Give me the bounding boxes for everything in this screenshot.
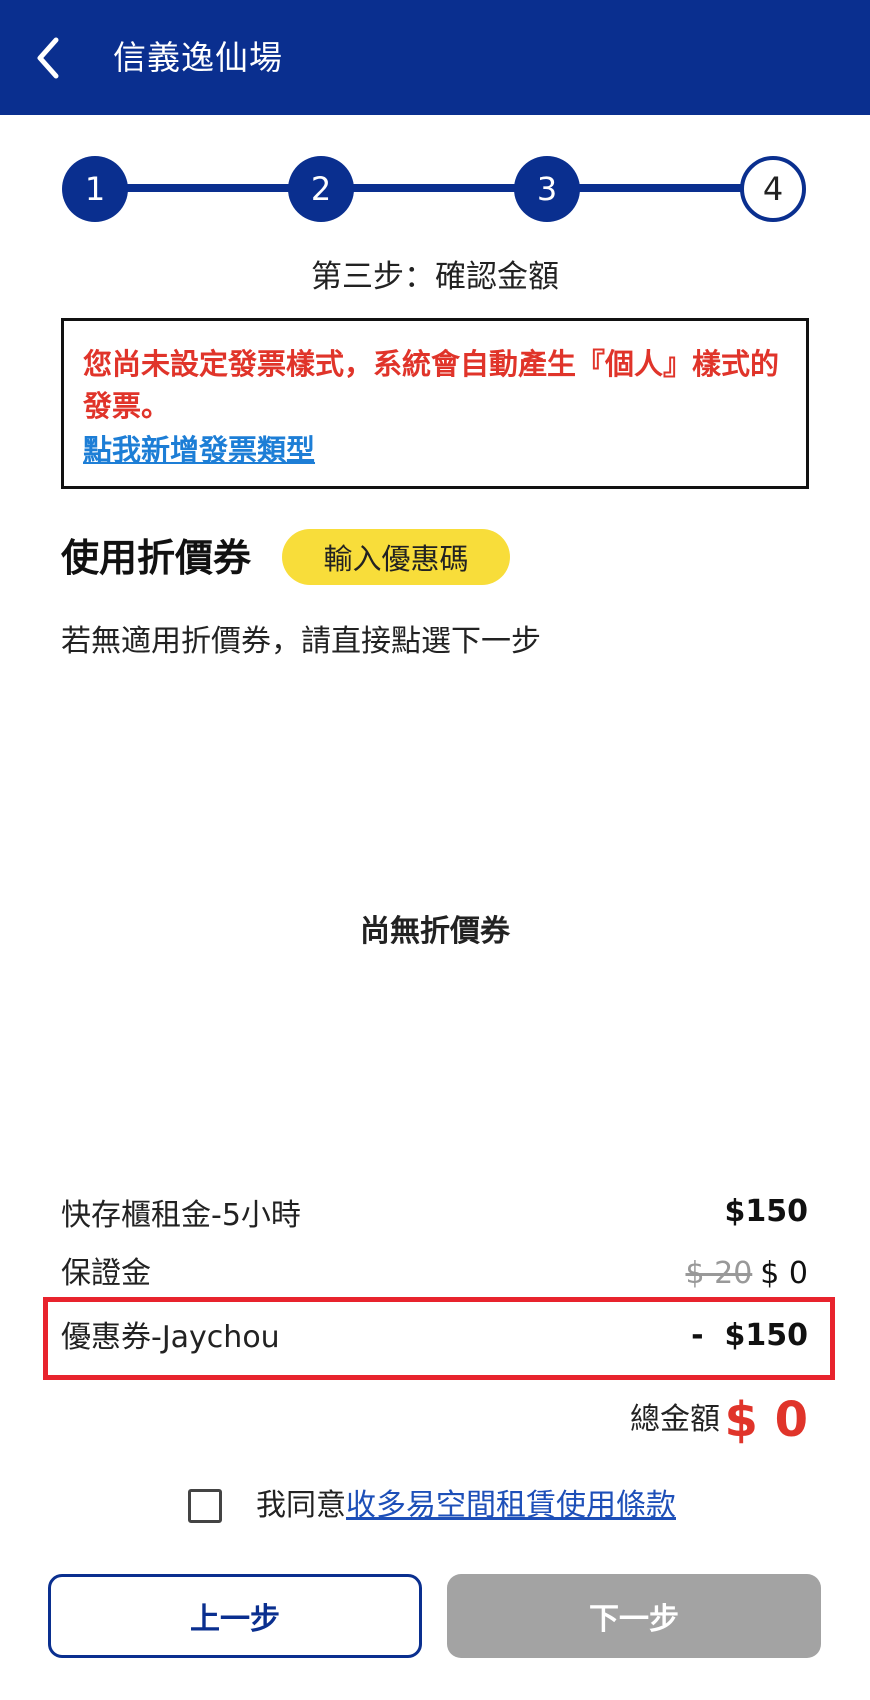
previous-step-button[interactable]: 上一步 [48, 1574, 422, 1658]
coupon-hint: 若無適用折價券，請直接點選下一步 [61, 624, 541, 659]
total-label: 總金額 [630, 1402, 720, 1437]
deposit-original-value: $ 20 [685, 1256, 753, 1291]
coupon-discount-label: 優惠券-Jaychou [61, 1320, 280, 1355]
no-coupon-message: 尚無折價券 [360, 914, 510, 949]
terms-checkbox[interactable] [188, 1489, 222, 1523]
step-4-current: 4 [740, 156, 806, 222]
back-button[interactable] [22, 30, 78, 86]
deposit-label: 保證金 [61, 1256, 151, 1291]
deposit-value: $ 0 [760, 1256, 808, 1291]
add-invoice-type-link[interactable]: 點我新增發票類型 [83, 429, 315, 471]
stepper-line [95, 184, 775, 192]
invoice-notice-box: 您尚未設定發票樣式，系統會自動產生『個人』樣式的發票。 點我新增發票類型 [61, 318, 809, 489]
step-1: 1 [62, 156, 128, 222]
coupon-discount-value: - $150 [691, 1318, 808, 1353]
invoice-notice-message: 您尚未設定發票樣式，系統會自動產生『個人』樣式的發票。 [83, 347, 780, 423]
step-3: 3 [514, 156, 580, 222]
next-step-button[interactable]: 下一步 [447, 1574, 821, 1658]
terms-link[interactable]: 收多易空間租賃使用條款 [346, 1488, 676, 1523]
step-2: 2 [288, 156, 354, 222]
enter-promo-code-button[interactable]: 輸入優惠碼 [282, 529, 510, 585]
page-title: 信義逸仙場 [113, 38, 283, 77]
coupon-section-title: 使用折價券 [61, 536, 252, 580]
app-header: 信義逸仙場 [0, 0, 870, 115]
deposit-value-group: $ 20 $ 0 [685, 1252, 808, 1296]
total-value: $ 0 [724, 1392, 808, 1448]
rental-fee-label: 快存櫃租金-5小時 [61, 1198, 301, 1233]
terms-agreement: 我同意收多易空間租賃使用條款 [256, 1484, 676, 1528]
rental-fee-value: $150 [724, 1194, 809, 1229]
checkout-page: 信義逸仙場 1 2 3 4 第三步：確認金額 您尚未設定發票樣式，系統會自動產生… [0, 0, 870, 1700]
step-caption: 第三步：確認金額 [311, 259, 559, 295]
chevron-left-icon [37, 37, 59, 79]
terms-prefix: 我同意 [256, 1488, 346, 1523]
